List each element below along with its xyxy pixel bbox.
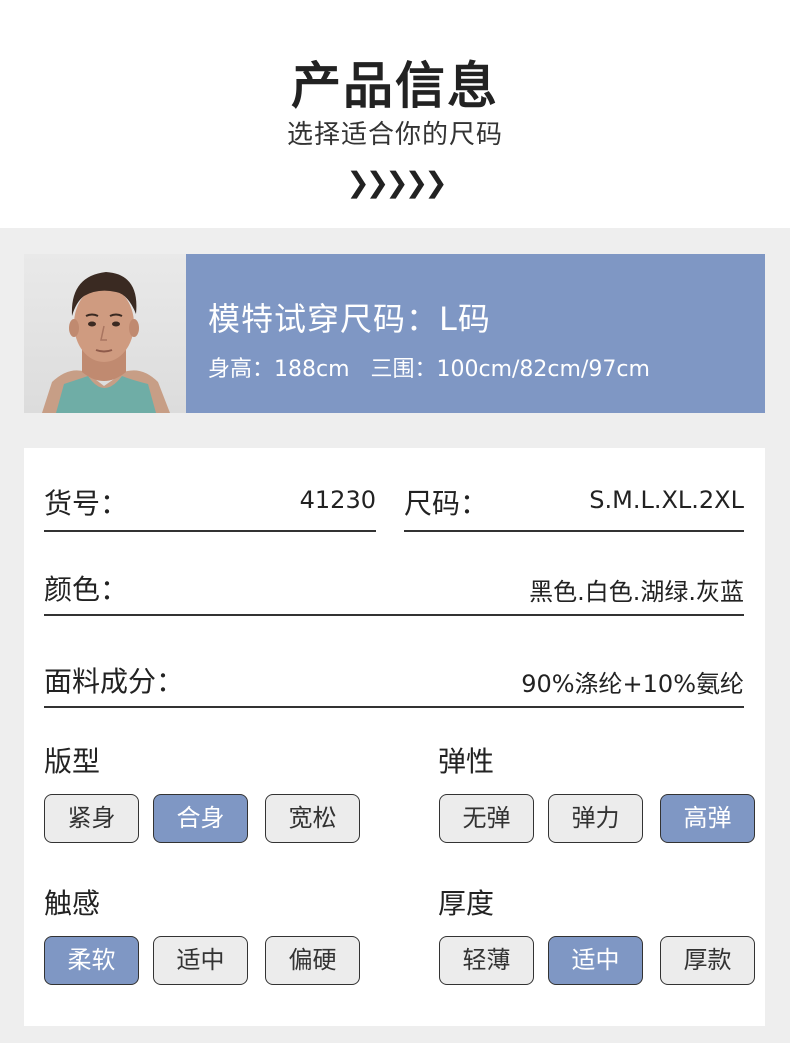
color-value: 黑色.白色.湖绿.灰蓝 <box>529 578 744 606</box>
fit-title: 版型 <box>44 745 101 778</box>
divider <box>404 530 744 532</box>
thickness-option: 厚款 <box>660 936 755 985</box>
fit-option: 宽松 <box>265 794 360 843</box>
touch-option: 偏硬 <box>265 936 360 985</box>
item-number-label: 货号： <box>44 487 129 520</box>
fit-option-selected: 合身 <box>153 794 248 843</box>
touch-title: 触感 <box>44 887 101 920</box>
model-measurements: 身高：188cm 三围：100cm/82cm/97cm <box>208 357 650 382</box>
fit-option: 紧身 <box>44 794 139 843</box>
divider <box>44 530 376 532</box>
elasticity-option: 无弹 <box>439 794 534 843</box>
color-label: 颜色： <box>44 573 129 606</box>
model-photo <box>24 254 186 413</box>
header: 产品信息 选择适合你的尺码 ❯❯❯❯❯ <box>0 0 790 228</box>
elasticity-option: 弹力 <box>548 794 643 843</box>
thickness-option: 轻薄 <box>439 936 534 985</box>
fabric-value: 90%涤纶+10%氨纶 <box>521 670 744 698</box>
thickness-option-selected: 适中 <box>548 936 643 985</box>
item-number-value: 41230 <box>299 486 376 514</box>
touch-option-selected: 柔软 <box>44 936 139 985</box>
touch-option: 适中 <box>153 936 248 985</box>
elasticity-option-selected: 高弹 <box>660 794 755 843</box>
size-label: 尺码： <box>404 487 489 520</box>
divider <box>44 706 744 708</box>
page-subtitle: 选择适合你的尺码 <box>286 120 503 150</box>
elasticity-title: 弹性 <box>438 745 495 778</box>
page-title: 产品信息 <box>291 57 499 115</box>
model-portrait-image <box>42 272 170 413</box>
model-size-banner: 模特试穿尺码：L码 身高：188cm 三围：100cm/82cm/97cm <box>186 254 765 413</box>
thickness-title: 厚度 <box>438 887 495 920</box>
divider <box>44 614 744 616</box>
size-value: S.M.L.XL.2XL <box>589 486 744 514</box>
chevron-right-icon: ❯❯❯❯❯ <box>346 166 447 199</box>
fabric-label: 面料成分： <box>44 665 185 698</box>
product-info-card: 货号： 41230 尺码： S.M.L.XL.2XL 颜色： 黑色.白色.湖绿.… <box>24 448 765 1026</box>
model-card: 模特试穿尺码：L码 身高：188cm 三围：100cm/82cm/97cm <box>24 254 765 413</box>
model-size-text: 模特试穿尺码：L码 <box>208 300 491 338</box>
